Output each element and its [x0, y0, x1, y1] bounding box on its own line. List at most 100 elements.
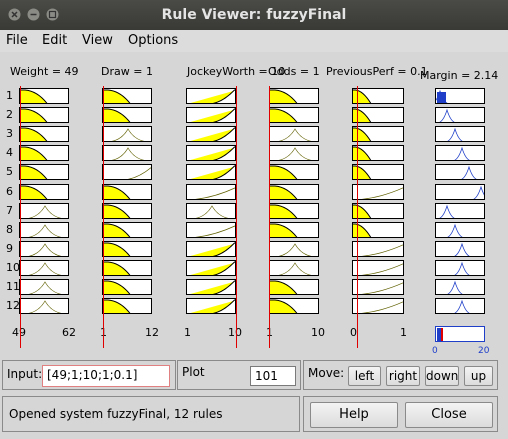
input-mf-box	[352, 279, 404, 295]
input-mf-box	[102, 279, 152, 295]
output-mf-box	[435, 88, 485, 104]
input-mf-box	[102, 145, 152, 161]
plot-label: Plot	[182, 365, 205, 379]
input-mf-box	[186, 164, 236, 180]
rule-number: 4	[6, 146, 13, 159]
input-mf-box	[102, 107, 152, 123]
axis-max-label: 20	[478, 346, 490, 356]
rule-number: 9	[6, 242, 13, 255]
axis-min-label: 49	[12, 326, 26, 339]
menu-file[interactable]: File	[6, 33, 28, 48]
output-mf-box	[435, 203, 485, 219]
input-mf-box	[269, 260, 319, 276]
action-panel: Help Close	[303, 396, 498, 432]
rule-number: 11	[6, 280, 20, 293]
input-mf-box	[269, 203, 319, 219]
input-var-label: Draw = 1	[101, 65, 153, 78]
input-mf-box	[102, 203, 152, 219]
input-mf-box	[19, 88, 69, 104]
input-mf-box	[352, 126, 404, 142]
input-mf-box	[269, 145, 319, 161]
input-mf-box	[186, 298, 236, 314]
input-mf-box	[352, 203, 404, 219]
input-var-label: Odds = 1	[268, 65, 320, 78]
aggregated-output-box	[435, 326, 485, 342]
input-mf-box	[19, 260, 69, 276]
input-mf-box	[102, 298, 152, 314]
rule-number: 8	[6, 223, 13, 236]
input-mf-box	[352, 88, 404, 104]
input-mf-box	[269, 107, 319, 123]
move-panel: Move: left right down up	[303, 360, 498, 390]
input-mf-box	[352, 107, 404, 123]
input-mf-box	[186, 88, 236, 104]
input-vector-field[interactable]: [49;1;10;1;0.1]	[42, 365, 170, 387]
rule-number: 12	[6, 299, 20, 312]
window-title: Rule Viewer: fuzzyFinal	[161, 7, 347, 23]
input-var-label: Weight = 49	[10, 65, 79, 78]
input-value-marker[interactable]	[357, 86, 358, 348]
input-mf-box	[102, 88, 152, 104]
input-mf-box	[269, 222, 319, 238]
input-mf-box	[352, 241, 404, 257]
input-mf-box	[19, 145, 69, 161]
move-left-button[interactable]: left	[348, 366, 381, 386]
input-mf-box	[19, 107, 69, 123]
input-mf-box	[269, 279, 319, 295]
move-right-button[interactable]: right	[386, 366, 420, 386]
rule-number: 3	[6, 127, 13, 140]
help-button[interactable]: Help	[310, 402, 398, 428]
input-value-marker[interactable]	[236, 86, 237, 348]
input-mf-box	[186, 203, 236, 219]
output-mf-box	[435, 222, 485, 238]
output-mf-box	[435, 298, 485, 314]
input-mf-box	[269, 241, 319, 257]
input-mf-box	[269, 164, 319, 180]
status-panel: Opened system fuzzyFinal, 12 rules	[2, 396, 300, 432]
axis-max-label: 1	[400, 326, 407, 339]
input-mf-box	[186, 241, 236, 257]
rule-number: 5	[6, 165, 13, 178]
input-value-marker[interactable]	[269, 86, 270, 348]
input-mf-box	[269, 298, 319, 314]
input-mf-box	[19, 203, 69, 219]
menu-bar: File Edit View Options	[0, 30, 508, 52]
input-mf-box	[102, 164, 152, 180]
rule-number: 1	[6, 89, 13, 102]
input-mf-box	[186, 184, 236, 200]
axis-max-label: 10	[311, 326, 325, 339]
output-mf-box	[435, 164, 485, 180]
move-up-button[interactable]: up	[464, 366, 493, 386]
axis-max-label: 10	[228, 326, 242, 339]
input-mf-box	[19, 279, 69, 295]
rule-plot-area[interactable]: Weight = 49 Draw = 1 JockeyWorth = 10 Od…	[0, 52, 508, 356]
axis-min-label: 0	[432, 346, 438, 356]
input-mf-box	[19, 184, 69, 200]
input-mf-box	[19, 222, 69, 238]
input-mf-box	[102, 184, 152, 200]
input-mf-box	[19, 241, 69, 257]
input-mf-box	[269, 88, 319, 104]
input-mf-box	[102, 241, 152, 257]
input-mf-box	[352, 184, 404, 200]
input-label: Input:	[7, 367, 43, 381]
input-value-marker[interactable]	[103, 86, 104, 348]
title-bar: Rule Viewer: fuzzyFinal	[0, 0, 508, 30]
output-var-label: Margin = 2.14	[420, 69, 499, 82]
move-label: Move:	[308, 366, 345, 380]
input-mf-box	[352, 145, 404, 161]
close-button[interactable]: Close	[405, 402, 493, 428]
plot-points-field[interactable]: 101	[250, 366, 296, 386]
axis-min-label: 1	[184, 326, 191, 339]
output-mf-box	[435, 184, 485, 200]
rule-number: 2	[6, 108, 13, 121]
input-value-marker[interactable]	[20, 86, 21, 348]
menu-options[interactable]: Options	[128, 33, 178, 48]
input-mf-box	[19, 126, 69, 142]
axis-max-label: 12	[145, 326, 159, 339]
menu-edit[interactable]: Edit	[42, 33, 67, 48]
menu-view[interactable]: View	[82, 33, 113, 48]
move-down-button[interactable]: down	[425, 366, 459, 386]
output-mf-box	[435, 145, 485, 161]
input-mf-box	[102, 126, 152, 142]
